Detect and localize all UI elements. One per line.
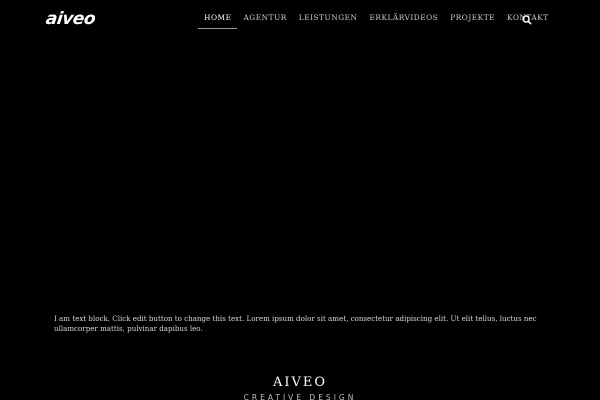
brand-tagline: CREATIVE DESIGN: [243, 393, 357, 400]
text-block: I am text block. Click edit button to ch…: [54, 314, 537, 333]
footer-brand: AIVEO CREATIVE DESIGN: [0, 375, 600, 400]
site-header: aiveo HOME AGENTUR LEISTUNGEN ERKLÄRVIDE…: [0, 0, 600, 36]
brand-name: AIVEO: [272, 375, 328, 390]
main-nav: HOME AGENTUR LEISTUNGEN ERKLÄRVIDEOS PRO…: [198, 0, 555, 36]
site-logo[interactable]: aiveo: [45, 9, 108, 29]
page: aiveo HOME AGENTUR LEISTUNGEN ERKLÄRVIDE…: [0, 0, 600, 400]
nav-item-agentur[interactable]: AGENTUR: [237, 0, 292, 36]
search-icon: [522, 15, 532, 25]
nav-item-leistungen[interactable]: LEISTUNGEN: [293, 0, 364, 36]
nav-item-projekte[interactable]: PROJEKTE: [444, 0, 501, 36]
search-button[interactable]: [521, 11, 533, 25]
nav-item-home[interactable]: HOME: [198, 0, 238, 36]
nav-item-erklaervideos[interactable]: ERKLÄRVIDEOS: [363, 0, 444, 36]
